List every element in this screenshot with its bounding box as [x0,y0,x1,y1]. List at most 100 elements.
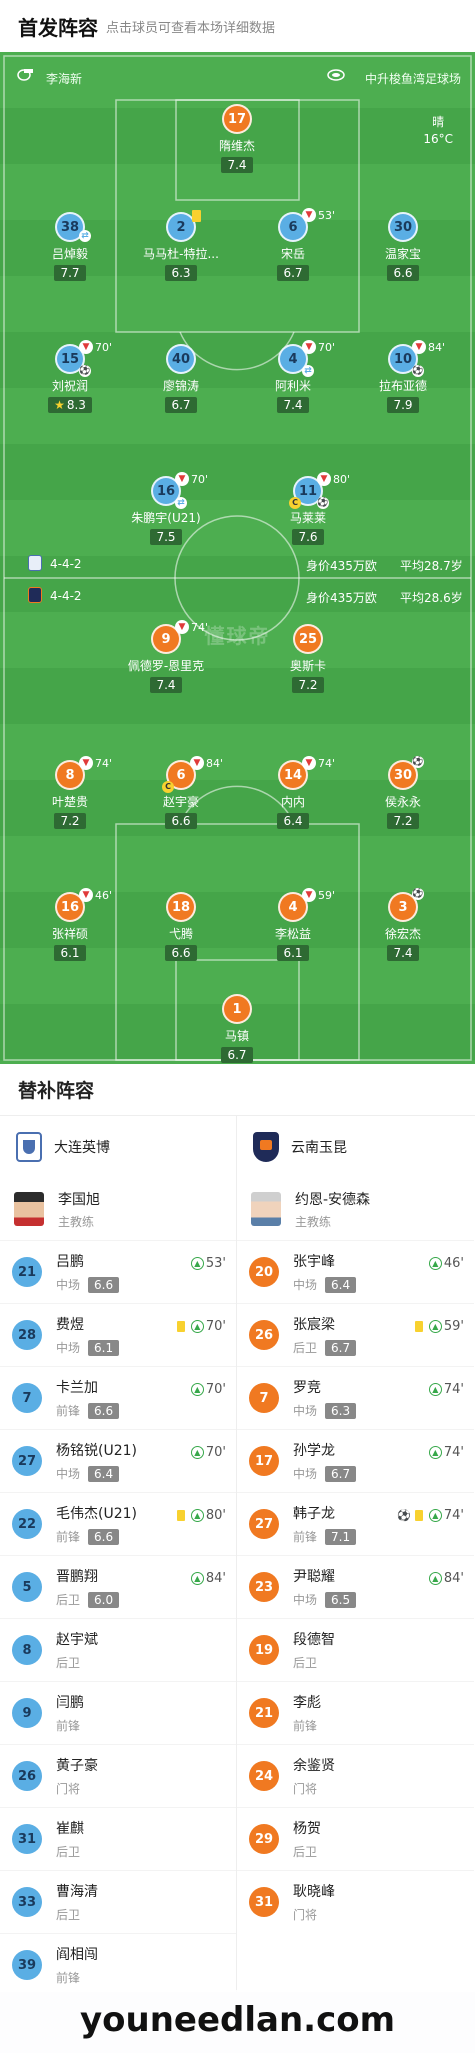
sub-rating: 6.3 [325,1402,357,1419]
sub-name: 黄子豪 [56,1758,98,1774]
away-coach-row[interactable]: 约恩-安德森 主教练 [237,1178,474,1240]
sub-number: 9 [12,1698,42,1728]
substitute-row[interactable]: 9 闫鹏 前锋 [0,1681,236,1744]
pitch-player-away-gk[interactable]: 1 马镇 6.7 [182,994,292,1063]
substitution-out-badge: ▼ 53' [302,208,335,222]
pitch-player-away-rb[interactable]: 3 ⚽ 徐宏杰 7.4 [348,888,458,961]
sub-position: 前锋 [56,1404,81,1418]
substitute-row[interactable]: 23 尹聪耀 中场 6.5 ▲ 84' [237,1555,474,1618]
temperature: 16°C [423,132,453,146]
substitute-row[interactable]: 24 余鉴贤 门将 [237,1744,474,1807]
substitute-row[interactable]: 39 阎相闯 前锋 [0,1933,236,1996]
player-rating: 6.1 [277,945,309,961]
sub-number: 28 [12,1320,42,1350]
pitch-player-home-st2[interactable]: 11 ▼ 80' C ⚽ 马莱莱 7.6 [253,472,363,545]
substitution-out-badge: ▼ 84' [190,756,223,770]
substitutes-title: 替补阵容 [0,1064,475,1116]
pitch-player-home-cm1[interactable]: 40 廖锦涛 6.7 [126,344,236,413]
pitch-player-home-lm[interactable]: 15 ▼ 70' ⚽ 刘祝润 ★ 8.3 [15,340,125,413]
player-name: 朱鹏宇(U21) [131,511,201,525]
player-rating: 6.7 [165,397,197,413]
sub-number: 39 [12,1950,42,1980]
pitch-player-away-st2[interactable]: 25 奥斯卡 7.2 [253,624,363,693]
sub-info: 崔麒 后卫 [56,1818,84,1860]
substitute-row[interactable]: 8 赵宇斌 后卫 [0,1618,236,1681]
player-rating: 7.7 [54,265,86,281]
sub-name: 崔麒 [56,1821,84,1837]
pitch-player-away-lb[interactable]: 16 ▼ 46' 张祥硕 6.1 [15,888,125,961]
sub-info: 韩子龙 前锋 7.1 [293,1503,357,1545]
sub-position-line: 后卫 [56,1654,98,1671]
substitution-in-icon: ▲ [428,1257,442,1270]
pitch-player-home-cb1[interactable]: 2 马马杜-特拉... 6.3 [126,210,236,281]
pitch-player-away-cb1[interactable]: 18 弋腾 6.6 [126,892,236,961]
substitute-row[interactable]: 31 崔麒 后卫 [0,1807,236,1870]
substitute-row[interactable]: 17 孙学龙 中场 6.7 ▲ 74' [237,1429,474,1492]
player-number: 11 [298,483,318,499]
substitution-out-icon: ▼ [317,472,331,486]
sub-info: 耿晓峰 门将 [293,1881,335,1923]
sub-number: 20 [249,1257,279,1287]
pitch-player-home-gk[interactable]: 17 隋维杰 7.4 [182,104,292,173]
pitch-player-home-rb[interactable]: 30 温家宝 6.6 [348,212,458,281]
substitute-row[interactable]: 28 费煜 中场 6.1 ▲ 70' [0,1303,236,1366]
sub-minute: 74' [443,1445,464,1460]
pitch-player-home-cm2[interactable]: 4 ▼ 70' ⇄ 阿利米 7.4 [238,340,348,413]
pitch-player-home-st1[interactable]: 16 ▼ 70' ⇄ 朱鹏宇(U21) 7.5 [111,472,221,545]
substitute-row[interactable]: 27 韩子龙 前锋 7.1 ⚽ ▲ 74' [237,1492,474,1555]
substitute-row[interactable]: 29 杨贺 后卫 [237,1807,474,1870]
substitute-row[interactable]: 27 杨铭锐(U21) 中场 6.4 ▲ 70' [0,1429,236,1492]
pitch-player-home-lb[interactable]: 38 ⇄ 吕焯毅 7.7 [15,212,125,281]
pitch-player-home-cb2[interactable]: 6 ▼ 53' 宋岳 6.7 [238,208,348,281]
player-name: 李松益 [274,927,311,941]
pitch-player-away-rm[interactable]: 30 ⚽ 侯永永 7.2 [348,756,458,829]
substitute-row[interactable]: 21 李彪 前锋 [237,1681,474,1744]
player-rating: 6.6 [165,945,197,961]
home-coach-row[interactable]: 李国旭 主教练 [0,1178,236,1240]
away-formation: 4-4-2 [50,589,82,603]
sub-position-line: 中场 6.3 [293,1402,357,1419]
substitution-out-badge: ▼ 70' [302,340,335,354]
substitute-row[interactable]: 5 晋鹏翔 后卫 6.0 ▲ 84' [0,1555,236,1618]
pitch-player-away-st1[interactable]: 9 ▼ 74' 佩德罗-恩里克 7.4 [111,620,221,693]
sub-position-line: 前锋 6.6 [56,1528,137,1545]
sub-position: 前锋 [293,1719,318,1733]
sub-rating: 6.4 [88,1465,120,1482]
substitute-row[interactable]: 26 黄子豪 门将 [0,1744,236,1807]
substitute-row[interactable]: 31 耿晓峰 门将 [237,1870,474,1933]
sub-minute: 53' [205,1256,226,1271]
home-team-value: 身价435万欧 [306,559,377,573]
substitute-row[interactable]: 22 毛伟杰(U21) 前锋 6.6 ▲ 80' [0,1492,236,1555]
substitute-row[interactable]: 21 吕鹏 中场 6.6 ▲ 53' [0,1240,236,1303]
sub-rating: 6.1 [88,1339,120,1356]
stadium-icon [327,69,345,84]
pitch-player-away-cb2[interactable]: 4 ▼ 59' 李松益 6.1 [238,888,348,961]
sub-rating: 6.6 [88,1528,120,1545]
pitch-player-away-lm[interactable]: 8 ▼ 74' 叶楚贵 7.2 [15,756,125,829]
player-number: 40 [166,344,196,374]
player-number: 4 [288,351,298,367]
sub-info: 晋鹏翔 后卫 6.0 [56,1566,120,1608]
substitute-row[interactable]: 7 罗竞 中场 6.3 ▲ 74' [237,1366,474,1429]
sub-position: 中场 [293,1467,318,1481]
substitution-in-icon: ▲ [190,1509,204,1522]
home-team-row[interactable]: 大连英博 [0,1116,236,1178]
sub-event: ▲ 74' [428,1382,464,1397]
pitch-player-away-cm2[interactable]: 14 ▼ 74' 内内 6.4 [238,756,348,829]
substitute-row[interactable]: 20 张宇峰 中场 6.4 ▲ 46' [237,1240,474,1303]
substitute-row[interactable]: 26 张宸梁 后卫 6.7 ▲ 59' [237,1303,474,1366]
player-name: 弋腾 [168,927,193,941]
sub-position-line: 前锋 [56,1969,98,1986]
substitute-row[interactable]: 33 曹海清 后卫 [0,1870,236,1933]
player-number: 14 [283,767,303,783]
away-team-row[interactable]: 云南玉昆 [237,1116,474,1178]
sub-position-line: 前锋 [56,1717,84,1734]
pitch-player-away-cm1[interactable]: 6 ▼ 84' C 赵宇豪 6.6 [126,756,236,829]
lineup-header: 首发阵容 点击球员可查看本场详细数据 [0,0,475,52]
substitute-row[interactable]: 19 段德智 后卫 [237,1618,474,1681]
player-number: 1 [222,994,252,1024]
sub-name: 吕鹏 [56,1254,84,1270]
substitution-out-icon: ▼ [175,620,189,634]
pitch-player-home-rm[interactable]: 10 ▼ 84' ⚽ 拉布亚德 7.9 [348,340,458,413]
substitute-row[interactable]: 7 卡兰加 前锋 6.6 ▲ 70' [0,1366,236,1429]
